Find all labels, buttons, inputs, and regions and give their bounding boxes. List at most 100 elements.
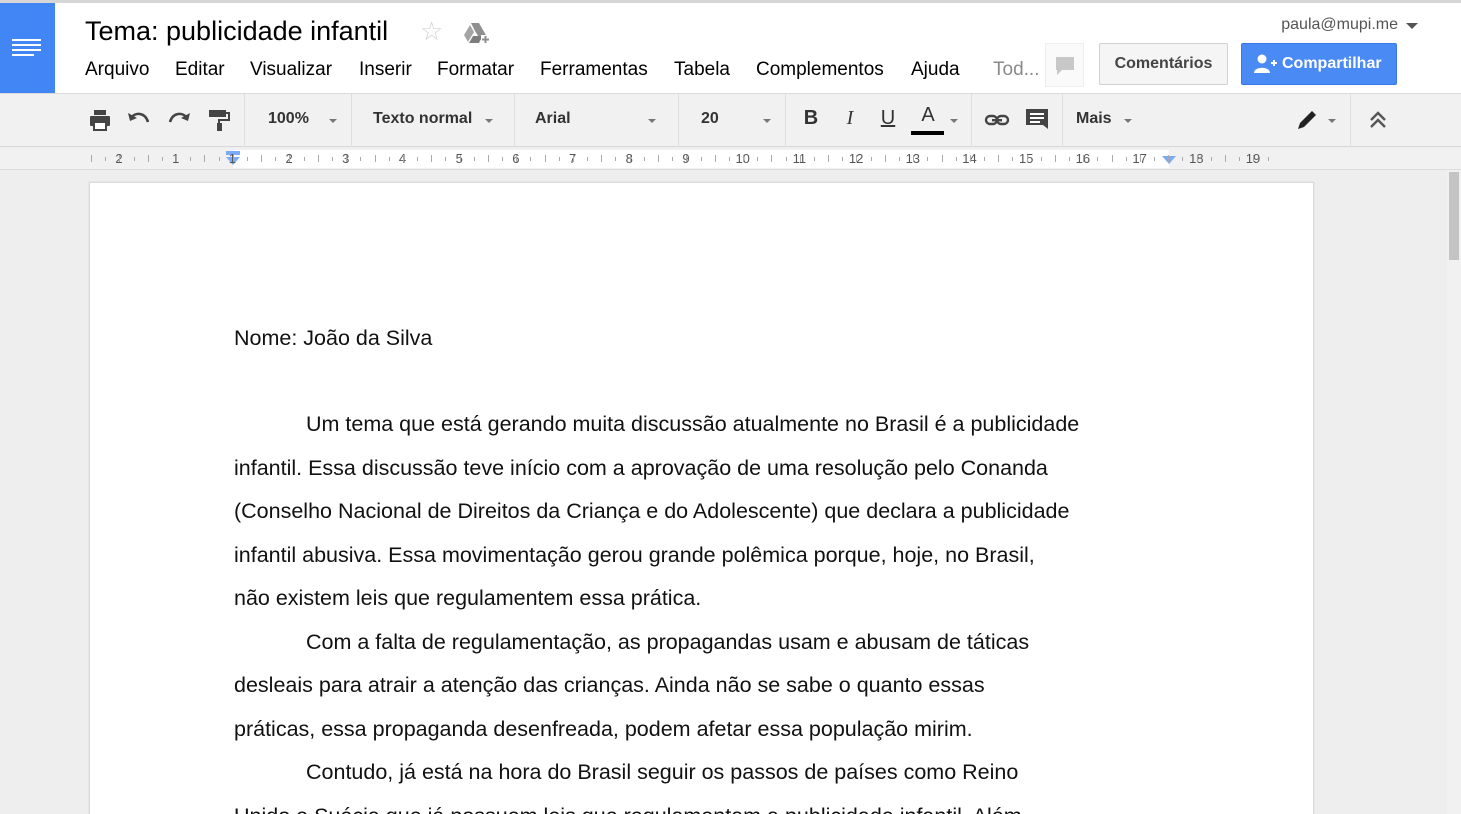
ruler-tick <box>487 155 489 162</box>
ruler-tick <box>204 155 206 162</box>
underline-icon[interactable]: U <box>876 107 900 130</box>
ruler-tick <box>218 157 220 161</box>
ruler-tick <box>1182 157 1184 161</box>
ruler-tick <box>1097 157 1099 161</box>
redo-icon[interactable] <box>166 107 192 133</box>
font-family-select[interactable]: Arial <box>535 110 571 128</box>
text-color-icon[interactable]: A <box>916 104 940 127</box>
ruler-tick <box>842 157 844 161</box>
menu-inserir[interactable]: Inserir <box>359 59 412 81</box>
ruler-tick <box>813 157 815 161</box>
ruler-tick <box>998 155 1000 162</box>
ruler-tick <box>629 155 631 162</box>
zoom-caret-icon[interactable] <box>329 119 337 123</box>
style-caret-icon[interactable] <box>485 119 493 123</box>
ruler-tick <box>317 155 319 162</box>
paragraph[interactable]: Um tema que está gerando muita discussão… <box>234 403 1194 621</box>
document-title[interactable]: Tema: publicidade infantil <box>85 16 388 47</box>
menu-editar[interactable]: Editar <box>175 59 225 81</box>
insert-comment-icon[interactable] <box>1024 107 1050 133</box>
toolbar-separator <box>678 94 679 147</box>
comments-button[interactable]: Comentários <box>1099 43 1228 85</box>
collapse-menus-icon[interactable] <box>1365 107 1391 133</box>
ruler-tick <box>246 157 248 161</box>
menu-arquivo[interactable]: Arquivo <box>85 59 149 81</box>
menu-all-changes-saved[interactable]: Tod... <box>993 59 1039 81</box>
font-size-caret-icon[interactable] <box>763 119 771 123</box>
ruler-tick <box>303 157 305 161</box>
text-line[interactable]: (Conselho Nacional de Direitos da Crianç… <box>234 490 1194 534</box>
menu-ajuda[interactable]: Ajuda <box>911 59 960 81</box>
account-email[interactable]: paula@mupi.me <box>1281 16 1398 34</box>
italic-icon[interactable]: I <box>838 107 862 130</box>
ruler-tick <box>1083 155 1085 162</box>
ruler-tick <box>232 155 234 162</box>
chat-button[interactable] <box>1045 43 1084 87</box>
ruler-tick <box>289 155 291 162</box>
ruler-tick <box>147 155 149 162</box>
ruler-tick <box>828 155 830 162</box>
document-page[interactable]: Nome: João da Silva Um tema que está ger… <box>89 182 1314 814</box>
font-size-select[interactable]: 20 <box>701 110 719 128</box>
share-button[interactable]: Compartilhar <box>1241 43 1397 85</box>
link-icon[interactable] <box>984 107 1010 133</box>
docs-editor-window: Tema: publicidade infantil ☆ Arquivo Edi… <box>0 0 1461 814</box>
text-line[interactable]: desleais para atrair a atenção das crian… <box>234 664 1194 708</box>
ruler-tick <box>1012 157 1014 161</box>
star-icon[interactable]: ☆ <box>420 18 443 44</box>
menu-formatar[interactable]: Formatar <box>437 59 514 81</box>
author-name-line[interactable]: Nome: João da Silva <box>234 326 432 351</box>
ruler-tick <box>757 157 759 161</box>
editing-mode-caret-icon[interactable] <box>1328 119 1336 123</box>
ruler-tick <box>1225 155 1226 162</box>
more-button[interactable]: Mais <box>1076 110 1112 128</box>
paragraph-style-select[interactable]: Texto normal <box>373 110 472 128</box>
account-caret-icon[interactable] <box>1406 23 1418 29</box>
toolbar-separator <box>244 94 245 147</box>
ruler-tick <box>969 155 971 162</box>
ruler-tick <box>643 157 645 161</box>
menu-ferramentas[interactable]: Ferramentas <box>540 59 648 81</box>
move-to-folder-icon[interactable] <box>462 21 490 47</box>
ruler-tick <box>544 155 546 162</box>
docs-home-icon[interactable] <box>0 3 55 93</box>
ruler-tick <box>572 155 574 162</box>
menu-visualizar[interactable]: Visualizar <box>250 59 332 81</box>
vertical-scrollbar[interactable] <box>1447 170 1461 814</box>
ruler-tick <box>984 157 986 161</box>
text-color-caret-icon[interactable] <box>950 119 958 123</box>
zoom-select[interactable]: 100% <box>268 110 309 128</box>
person-add-icon <box>1254 54 1277 73</box>
undo-icon[interactable] <box>126 107 152 133</box>
ruler-tick <box>1026 155 1028 162</box>
paint-format-icon[interactable] <box>206 107 232 133</box>
scrollbar-thumb[interactable] <box>1449 172 1459 260</box>
ruler-tick <box>1069 157 1071 161</box>
text-line[interactable]: infantil. Essa discussão teve início com… <box>234 447 1194 491</box>
ruler-tick <box>785 157 787 161</box>
paragraph[interactable]: Com a falta de regulamentação, as propag… <box>234 621 1194 752</box>
ruler-tick <box>105 157 107 161</box>
more-caret-icon[interactable] <box>1124 119 1132 123</box>
ruler-tick <box>1154 157 1156 161</box>
ruler-tick <box>1267 157 1269 161</box>
paragraph[interactable]: Contudo, já está na hora do Brasil segui… <box>234 751 1194 814</box>
text-line[interactable]: infantil abusiva. Essa movimentação gero… <box>234 534 1194 578</box>
ruler-tick <box>714 155 716 162</box>
text-line[interactable]: Um tema que está gerando muita discussão… <box>234 403 1194 447</box>
text-line[interactable]: Contudo, já está na hora do Brasil segui… <box>234 751 1194 795</box>
ruler-tick <box>1239 157 1241 161</box>
text-line[interactable]: Com a falta de regulamentação, as propag… <box>234 621 1194 665</box>
print-icon[interactable] <box>87 107 113 133</box>
bold-icon[interactable]: B <box>799 107 823 130</box>
text-line[interactable]: práticas, essa propaganda desenfreada, p… <box>234 708 1194 752</box>
ruler-tick <box>473 157 475 161</box>
text-line[interactable]: Unido e Suécia que já possuem leis que r… <box>234 795 1194 814</box>
ruler-tick <box>119 155 121 162</box>
font-caret-icon[interactable] <box>648 119 656 123</box>
editing-mode-pencil-icon[interactable] <box>1294 107 1320 133</box>
toolbar-separator <box>971 94 972 147</box>
menu-complementos[interactable]: Complementos <box>756 59 884 81</box>
menu-tabela[interactable]: Tabela <box>674 59 730 81</box>
text-line[interactable]: não existem leis que regulamentem essa p… <box>234 577 1194 621</box>
